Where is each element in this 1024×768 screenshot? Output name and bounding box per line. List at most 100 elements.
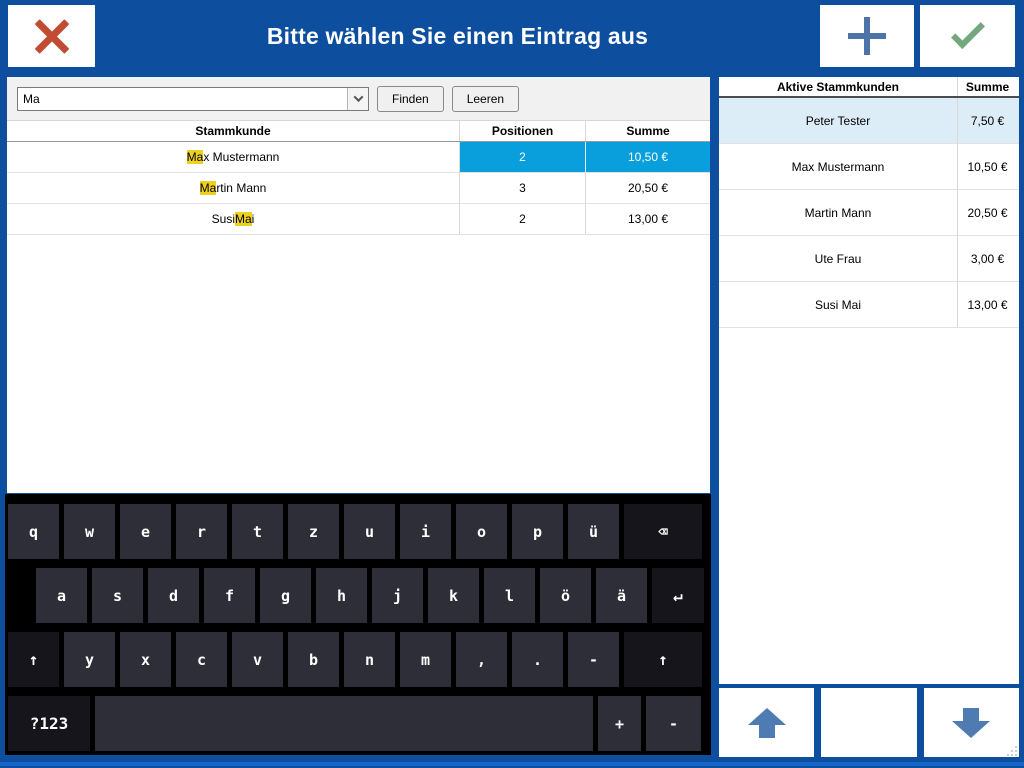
shift-right-key[interactable]: ↑ bbox=[624, 632, 702, 687]
sum-cell: 10,50 € bbox=[585, 142, 710, 172]
customer-name-cell: Martin Mann bbox=[7, 173, 459, 203]
chevron-down-icon bbox=[353, 92, 363, 102]
name-text: rtin Mann bbox=[216, 181, 266, 195]
sum-cell: 20,50 € bbox=[585, 173, 710, 203]
positions-cell: 2 bbox=[459, 204, 585, 234]
pager-middle-button[interactable] bbox=[821, 688, 916, 757]
up-arrow-icon bbox=[748, 708, 786, 738]
resize-grip[interactable] bbox=[1015, 754, 1017, 756]
key-m[interactable]: m bbox=[400, 632, 451, 687]
active-customer-sum: 7,50 € bbox=[957, 98, 1017, 143]
keyboard-row: asdfghjklöä↵ bbox=[5, 568, 711, 623]
name-text: Susi bbox=[212, 212, 235, 226]
key-p[interactable]: p bbox=[512, 504, 563, 559]
customer-name-cell: Susi Mai bbox=[7, 204, 459, 234]
backspace-key[interactable]: ⌫ bbox=[624, 504, 702, 559]
sum-cell: 13,00 € bbox=[585, 204, 710, 234]
key-d[interactable]: d bbox=[148, 568, 199, 623]
search-results-panel: Finden Leeren Stammkunde Positionen Summ… bbox=[7, 77, 710, 493]
table-row[interactable]: Max Mustermann210,50 € bbox=[7, 142, 710, 173]
active-customer-name: Peter Tester bbox=[719, 98, 957, 143]
dropdown-arrow-icon[interactable] bbox=[347, 88, 368, 110]
key-a[interactable]: a bbox=[36, 568, 87, 623]
search-combobox[interactable] bbox=[17, 87, 369, 111]
keyboard-row: qwertzuiopü⌫ bbox=[5, 504, 711, 559]
key-period[interactable]: . bbox=[512, 632, 563, 687]
results-table-body: Max Mustermann210,50 €Martin Mann320,50 … bbox=[7, 142, 710, 235]
list-item[interactable]: Martin Mann20,50 € bbox=[719, 190, 1019, 236]
key-q[interactable]: q bbox=[8, 504, 59, 559]
titlebar: Bitte wählen Sie einen Eintrag aus bbox=[0, 0, 1024, 74]
column-header-summe-right[interactable]: Summe bbox=[957, 77, 1017, 96]
customer-name-cell: Max Mustermann bbox=[7, 142, 459, 172]
search-match-highlight: Ma bbox=[235, 212, 252, 226]
key-a-umlaut[interactable]: ä bbox=[596, 568, 647, 623]
space-key[interactable] bbox=[95, 696, 593, 751]
key-s[interactable]: s bbox=[92, 568, 143, 623]
key-comma[interactable]: , bbox=[456, 632, 507, 687]
key-b[interactable]: b bbox=[288, 632, 339, 687]
key-n[interactable]: n bbox=[344, 632, 395, 687]
key-k[interactable]: k bbox=[428, 568, 479, 623]
key-minus[interactable]: - bbox=[646, 696, 701, 751]
list-item[interactable]: Susi Mai13,00 € bbox=[719, 282, 1019, 328]
key-u[interactable]: u bbox=[344, 504, 395, 559]
active-customer-name: Martin Mann bbox=[719, 190, 957, 235]
list-item[interactable]: Ute Frau3,00 € bbox=[719, 236, 1019, 282]
results-table-header: Stammkunde Positionen Summe bbox=[7, 121, 710, 142]
key-f[interactable]: f bbox=[204, 568, 255, 623]
key-hyphen[interactable]: - bbox=[568, 632, 619, 687]
shift-left-key[interactable]: ↑ bbox=[8, 632, 59, 687]
list-item[interactable]: Max Mustermann10,50 € bbox=[719, 144, 1019, 190]
symbols-key[interactable]: ?123 bbox=[8, 696, 90, 751]
key-y[interactable]: y bbox=[64, 632, 115, 687]
pager-controls bbox=[719, 688, 1019, 757]
add-button[interactable] bbox=[820, 5, 914, 67]
column-header-aktive-stammkunden[interactable]: Aktive Stammkunden bbox=[719, 77, 957, 96]
name-text: i bbox=[252, 212, 255, 226]
active-customer-sum: 13,00 € bbox=[957, 282, 1017, 327]
key-r[interactable]: r bbox=[176, 504, 227, 559]
keyboard-row: ?123 +- bbox=[5, 696, 711, 751]
key-e[interactable]: e bbox=[120, 504, 171, 559]
key-t[interactable]: t bbox=[232, 504, 283, 559]
column-header-summe[interactable]: Summe bbox=[585, 121, 710, 141]
column-header-stammkunde[interactable]: Stammkunde bbox=[7, 121, 459, 141]
enter-key[interactable]: ↵ bbox=[652, 568, 704, 623]
list-item[interactable]: Peter Tester7,50 € bbox=[719, 98, 1019, 144]
key-o[interactable]: o bbox=[456, 504, 507, 559]
name-text: x Mustermann bbox=[203, 150, 279, 164]
table-row[interactable]: Susi Mai213,00 € bbox=[7, 204, 710, 235]
key-o-umlaut[interactable]: ö bbox=[540, 568, 591, 623]
key-j[interactable]: j bbox=[372, 568, 423, 623]
active-customer-name: Susi Mai bbox=[719, 282, 957, 327]
key-v[interactable]: v bbox=[232, 632, 283, 687]
confirm-button[interactable] bbox=[920, 5, 1015, 67]
close-button[interactable] bbox=[8, 5, 95, 67]
key-x[interactable]: x bbox=[120, 632, 171, 687]
key-c[interactable]: c bbox=[176, 632, 227, 687]
positions-cell: 2 bbox=[459, 142, 585, 172]
key-plus[interactable]: + bbox=[598, 696, 641, 751]
key-i[interactable]: i bbox=[400, 504, 451, 559]
find-button[interactable]: Finden bbox=[377, 86, 444, 112]
key-z[interactable]: z bbox=[288, 504, 339, 559]
key-h[interactable]: h bbox=[316, 568, 367, 623]
scroll-up-button[interactable] bbox=[719, 688, 814, 757]
virtual-keyboard: qwertzuiopü⌫asdfghjklöä↵↑yxcvbnm,.-↑?123… bbox=[5, 494, 711, 755]
keyboard-row: ↑yxcvbnm,.-↑ bbox=[5, 632, 711, 687]
search-match-highlight: Ma bbox=[200, 181, 217, 195]
checkmark-icon bbox=[951, 15, 985, 49]
active-customer-sum: 10,50 € bbox=[957, 144, 1017, 189]
key-u-umlaut[interactable]: ü bbox=[568, 504, 619, 559]
key-l[interactable]: l bbox=[484, 568, 535, 623]
clear-button[interactable]: Leeren bbox=[452, 86, 519, 112]
search-input[interactable] bbox=[18, 88, 347, 110]
key-g[interactable]: g bbox=[260, 568, 311, 623]
active-customer-name: Ute Frau bbox=[719, 236, 957, 281]
scroll-down-button[interactable] bbox=[924, 688, 1019, 757]
active-table-header: Aktive Stammkunden Summe bbox=[719, 77, 1019, 98]
column-header-positionen[interactable]: Positionen bbox=[459, 121, 585, 141]
key-w[interactable]: w bbox=[64, 504, 115, 559]
table-row[interactable]: Martin Mann320,50 € bbox=[7, 173, 710, 204]
